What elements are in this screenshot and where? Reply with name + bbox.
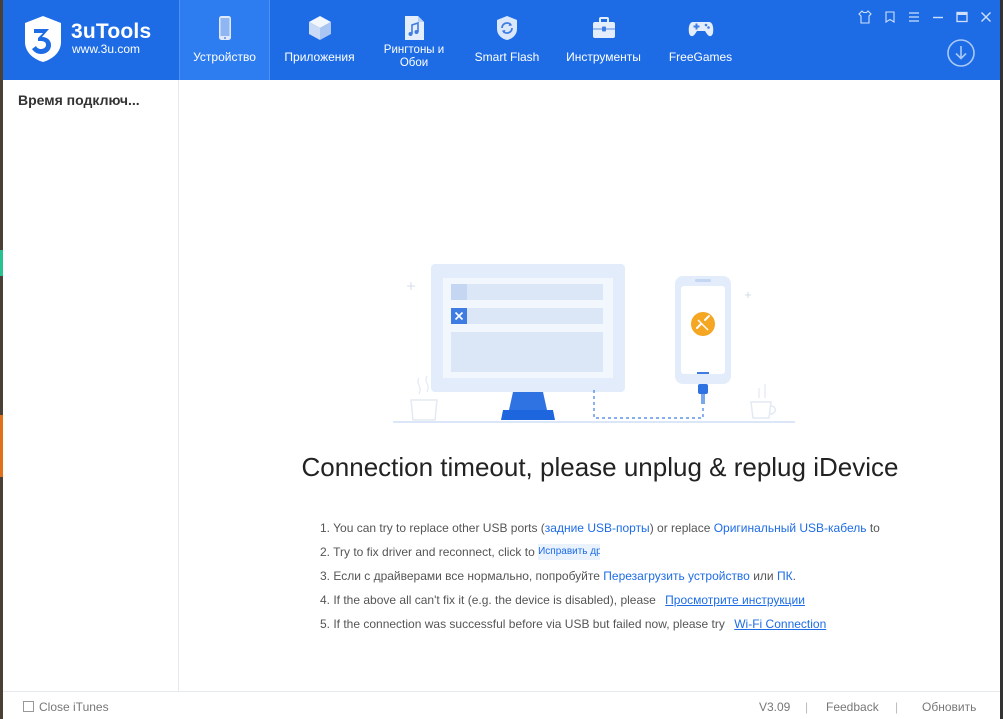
connection-time-label: Время подключ... [18,92,140,108]
nav-label-device: Устройство [193,50,256,64]
nav-item-apps[interactable]: Приложения [270,0,369,80]
nav-item-ringtones[interactable]: Рингтоны и Обои [369,0,459,80]
minimize-button[interactable] [929,8,947,26]
footer-separator: | [805,700,809,714]
logo-badge-icon [25,16,61,62]
cube-icon [308,16,331,40]
troubleshoot-tips: 1. You can try to replace other USB port… [320,520,880,640]
refresh-shield-icon [497,16,517,40]
tip-1: 1. You can try to replace other USB port… [320,520,880,544]
tip-1-text: 1. You can try to replace other USB port… [320,521,545,535]
toolbox-icon [592,17,615,38]
close-itunes-label[interactable]: Close iTunes [39,700,109,714]
original-usb-cable-link[interactable]: Оригинальный USB-кабель [714,521,867,535]
download-icon[interactable] [946,38,976,68]
tip-4: 4. If the above all can't fix it (e.g. t… [320,592,880,616]
version-label: V3.09 [759,700,791,714]
nav-label-freegames: FreeGames [668,50,733,64]
nav-item-device[interactable]: Устройство [179,0,270,80]
close-icon [981,12,991,22]
feedback-tag-button[interactable] [881,8,899,26]
tip-2: 2. Try to fix driver and reconnect, clic… [320,544,880,568]
tip-3-text: 3. Если с драйверами все нормально, попр… [320,569,604,583]
tip-2-text: 2. Try to fix driver and reconnect, clic… [320,545,539,559]
gamepad-icon [688,22,713,37]
tip-5-text: 5. If the connection was successful befo… [320,617,729,631]
reboot-device-link[interactable]: Перезагрузить устройство [603,569,750,583]
tip-1-text-mid: ) or replace [649,521,714,535]
phone-icon [218,16,231,40]
fix-driver-button[interactable]: Исправить драй [538,544,601,560]
nav-label-smart-flash: Smart Flash [474,50,540,64]
nav-item-tools[interactable]: Инструменты [555,0,652,80]
maximize-button[interactable] [953,8,971,26]
tag-icon [885,11,895,23]
update-link[interactable]: Обновить [922,700,976,714]
close-itunes-checkbox[interactable] [23,701,34,712]
app-name: 3uTools [71,20,152,43]
tip-5: 5. If the connection was successful befo… [320,616,880,640]
app-site: www.3u.com [72,42,141,56]
music-file-icon [405,16,424,40]
skin-button[interactable] [856,8,874,26]
shirt-icon [858,10,872,24]
app-window: 3uTools www.3u.com Устройство Приложения [3,0,1000,719]
main-panel: Connection timeout, please unplug & repl… [180,80,1000,691]
maximize-icon [956,11,968,23]
menu-icon [909,12,919,22]
menu-button[interactable] [905,8,923,26]
nav-label-apps: Приложения [284,50,355,64]
device-sidebar: Время подключ... [3,80,179,691]
feedback-link[interactable]: Feedback [826,700,879,714]
status-bar: Close iTunes V3.09 | Feedback | Обновить [3,691,1000,719]
tip-3: 3. Если с драйверами все нормально, попр… [320,568,880,592]
header-bar: 3uTools www.3u.com Устройство Приложения [3,0,1000,80]
footer-separator-2: | [895,700,899,714]
tip-3-text-mid: или [749,569,777,583]
nav-label-ringtones: Рингтоны и Обои [383,44,445,68]
nav-item-smart-flash[interactable]: Smart Flash [459,0,555,80]
tip-1-text-end: to r [869,521,880,535]
rear-usb-ports-link[interactable]: задние USB-порты [545,521,650,535]
error-headline: Connection timeout, please unplug & repl… [301,452,899,482]
minimize-icon [933,16,943,19]
main-nav: Устройство Приложения Рингтоны и Обои Sm… [179,0,749,80]
reboot-pc-link[interactable]: ПК [777,569,793,583]
nav-label-tools: Инструменты [566,50,641,64]
tip-4-text: 4. If the above all can't fix it (e.g. t… [320,593,660,607]
tip-3-text-end: . [792,569,796,583]
connection-illustration [393,264,795,423]
wifi-connection-link[interactable]: Wi-Fi Connection [734,617,826,631]
nav-item-freegames[interactable]: FreeGames [652,0,749,80]
view-instructions-link[interactable]: Просмотрите инструкции [665,593,805,607]
close-button[interactable] [977,8,995,26]
app-logo: 3uTools www.3u.com [21,14,171,64]
